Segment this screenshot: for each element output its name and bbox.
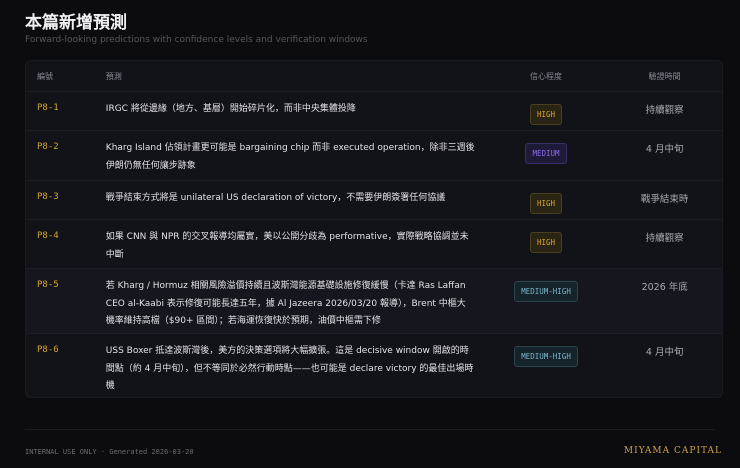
confidence-badge: HIGH <box>529 104 563 125</box>
prediction-id: P8-2 <box>37 142 59 152</box>
footer-divider <box>25 429 715 430</box>
table-header: 編號 預測 信心程度 驗證時間 <box>26 61 722 91</box>
confidence-badge: HIGH <box>529 232 563 253</box>
table-row: P8-3 戰爭結束方式將是 unilateral US declaration … <box>26 180 722 219</box>
column-header-window: 驗證時間 <box>648 71 681 81</box>
verification-window: 持續觀察 <box>645 233 684 244</box>
confidence-badge: MEDIUM <box>525 143 567 164</box>
page-subtitle: Forward-looking predictions with confide… <box>25 35 368 45</box>
column-header-id: 編號 <box>37 71 53 81</box>
confidence-badge: MEDIUM-HIGH <box>514 346 578 367</box>
confidence-badge: MEDIUM-HIGH <box>514 281 578 302</box>
prediction-id: P8-4 <box>37 231 59 241</box>
column-header-prediction: 預測 <box>105 71 122 81</box>
confidence-badge: HIGH <box>529 193 563 214</box>
prediction-text: IRGC 將從邊緣（地方、基層）開始碎片化，而非中央集體投降 <box>105 104 356 114</box>
prediction-text: 如果 CNN 與 NPR 的交叉報導均屬實，美以公開分歧為 performati… <box>105 232 469 260</box>
table-row: P8-6 USS Boxer 抵達波斯灣後，美方的決策選項將大幅擴張。這是 de… <box>26 333 722 397</box>
verification-window: 持續觀察 <box>645 105 684 116</box>
prediction-id: P8-3 <box>37 192 59 202</box>
table-row: P8-2 Kharg Island 佔領計畫更可能是 bargaining ch… <box>26 130 722 180</box>
prediction-id: P8-1 <box>37 103 59 113</box>
footer-note: INTERNAL USE ONLY · Generated 2026-03-20 <box>25 448 194 456</box>
prediction-text: Kharg Island 佔領計畫更可能是 bargaining chip 而非… <box>105 143 475 171</box>
column-header-confidence: 信心程度 <box>530 71 563 81</box>
table-row: P8-5 若 Kharg / Hormuz 相關風險溢價持續且波斯灣能源基礎設施… <box>26 268 722 333</box>
prediction-text: 若 Kharg / Hormuz 相關風險溢價持續且波斯灣能源基礎設施修復緩慢（… <box>105 281 466 326</box>
predictions-table: 編號 預測 信心程度 驗證時間 P8-1 IRGC 將從邊緣（地方、基層）開始碎… <box>25 60 723 398</box>
table-row: P8-1 IRGC 將從邊緣（地方、基層）開始碎片化，而非中央集體投降 HIGH… <box>26 91 722 130</box>
verification-window: 戰爭結束時 <box>640 194 689 205</box>
page-title: 本篇新增預測 <box>25 13 127 33</box>
prediction-text: USS Boxer 抵達波斯灣後，美方的決策選項將大幅擴張。這是 decisiv… <box>105 346 474 391</box>
prediction-id: P8-6 <box>37 345 59 355</box>
brand-logo: MIYAMA CAPITAL <box>623 446 722 456</box>
prediction-id: P8-5 <box>37 280 59 290</box>
table-row: P8-4 如果 CNN 與 NPR 的交叉報導均屬實，美以公開分歧為 perfo… <box>26 219 722 268</box>
prediction-text: 戰爭結束方式將是 unilateral US declaration of vi… <box>105 193 446 203</box>
verification-window: 4 月中旬 <box>645 347 684 358</box>
verification-window: 4 月中旬 <box>645 144 684 155</box>
verification-window: 2026 年底 <box>641 282 688 293</box>
